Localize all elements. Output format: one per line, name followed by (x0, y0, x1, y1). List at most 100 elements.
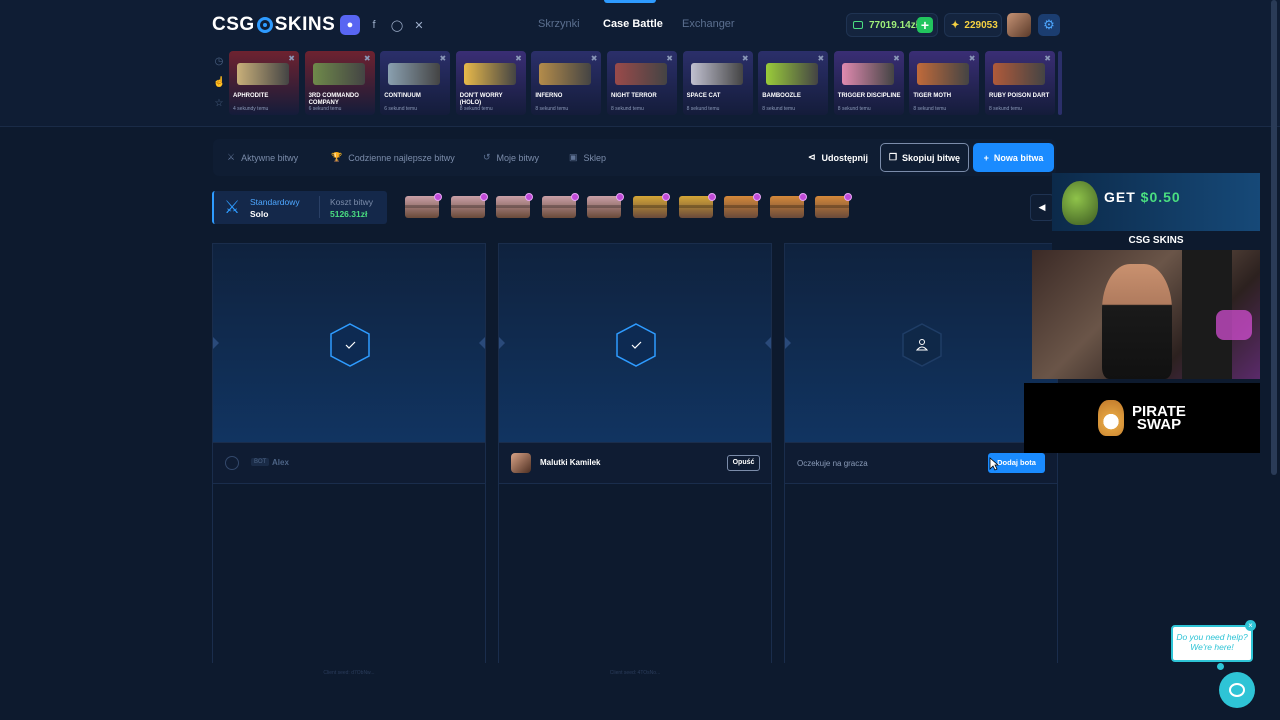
player-row: Oczekuje na gracza Dodaj bota (785, 442, 1057, 484)
balance-display[interactable]: 77019.14zł + (846, 13, 938, 37)
streamer-webcam (1032, 250, 1260, 379)
drop-card[interactable]: DON'T WORRY (HOLO) 8 sekund temu ✖ (455, 51, 526, 115)
battle-case[interactable] (769, 193, 807, 218)
weapon-image (237, 63, 289, 85)
drop-name: RUBY POISON DART (989, 93, 1050, 99)
drop-card[interactable]: 3RD COMMANDO COMPANY 6 sekund temu ✖ (304, 51, 375, 115)
nav-case-battle[interactable]: Case Battle (603, 18, 663, 30)
tab-daily-best[interactable]: 🏆 Codzienne najlepsze bitwy (331, 152, 455, 163)
share-button[interactable]: ⊲ Udostępnij (808, 152, 868, 163)
case-badge-icon (662, 193, 670, 201)
site-logo[interactable]: CSG SKINS (212, 14, 335, 36)
live-drops-strip: ◷ ☝ ☆ APHRODITE 4 sekundy temu ✖ 3RD COMMAN… (0, 50, 1280, 127)
chat-button[interactable] (1219, 672, 1255, 708)
drop-card[interactable]: RUBY POISON DART 8 sekund temu ✖ (985, 51, 1055, 115)
case-stripe (450, 205, 485, 208)
copy-battle-button[interactable]: ❐ Skopiuj bitwę (880, 143, 969, 172)
share-icon: ⊲ (808, 152, 816, 162)
deposit-plus-icon[interactable]: + (917, 17, 933, 33)
instagram-icon[interactable]: ◯ (387, 15, 407, 35)
battle-case[interactable] (450, 193, 488, 218)
facebook-icon[interactable]: f (364, 15, 384, 35)
thumbs-up-icon[interactable]: ☝ (213, 77, 225, 89)
drop-name: DON'T WORRY (HOLO) (459, 93, 503, 106)
battle-case[interactable] (541, 193, 579, 218)
discord-icon[interactable]: ● (340, 15, 360, 35)
battle-case[interactable] (678, 193, 716, 218)
tab-my-battles[interactable]: ↺ Moje bitwy (483, 152, 539, 163)
drop-card[interactable]: NIGHT TERROR 8 sekund temu ✖ (607, 51, 677, 115)
user-avatar[interactable] (1007, 13, 1031, 37)
pirate-line-2: SWAP (1136, 416, 1182, 433)
slot-reel (499, 244, 771, 442)
player-name: Malutki Kamilek (540, 458, 601, 467)
ready-check-icon (330, 323, 370, 367)
slot-items (785, 484, 1057, 664)
leave-button[interactable]: Opuść (727, 455, 760, 471)
battle-case[interactable] (633, 193, 670, 218)
drop-card[interactable]: CONTINUUM 6 sekund temu ✖ (380, 51, 451, 115)
slot-items: Client seed: d7ObNw... (213, 484, 485, 676)
battle-case[interactable] (496, 193, 534, 218)
case-stripe (496, 205, 531, 208)
nav-exchanger[interactable]: Exchanger (682, 18, 735, 30)
case-badge-icon (570, 193, 579, 201)
drop-name: CONTINUUM (384, 93, 421, 99)
scrollbar[interactable] (1271, 0, 1277, 475)
promo-banner[interactable]: GET $0.50 (1052, 173, 1260, 231)
drop-name: NIGHT TERROR (611, 93, 657, 99)
tab-label: Sklep (583, 152, 607, 163)
coins-display[interactable]: ✦ 229053 (944, 13, 1002, 37)
case-badge-icon (707, 193, 716, 201)
star-icon[interactable]: ☆ (213, 98, 225, 110)
case-mini-icon: ✖ (893, 54, 900, 63)
weapon-image (312, 63, 365, 85)
case-badge-icon (753, 193, 762, 201)
drop-card[interactable]: BAMBOOZLE 8 sekund temu ✖ (758, 51, 829, 115)
battle-case[interactable] (724, 193, 762, 218)
case-mini-icon: ✖ (439, 54, 447, 63)
tab-active-battles[interactable]: ⚔ Aktywne bitwy (227, 152, 298, 163)
mode-sub: Solo (250, 209, 269, 219)
user-placeholder-icon (902, 323, 942, 367)
reel-pointer-left (785, 337, 791, 349)
battle-case[interactable] (587, 193, 625, 218)
drop-card[interactable]: APHRODITE 4 sekundy temu ✖ (229, 51, 299, 115)
help-bubble[interactable]: Do you need help? We're here! (1171, 625, 1253, 662)
promo-brand: CSG SKINS (1052, 231, 1260, 250)
collapse-arrow-button[interactable]: ◀ (1030, 194, 1054, 221)
battle-case[interactable] (815, 193, 853, 218)
logo-text-right: SKINS (274, 14, 336, 35)
case-badge-icon (844, 193, 853, 201)
battle-case[interactable] (405, 193, 442, 218)
tab-shop[interactable]: ▣ Sklep (569, 152, 606, 163)
cost-value: 5126.31zł (330, 209, 368, 219)
case-stripe (541, 205, 576, 208)
drop-name: INFERNO (535, 93, 563, 99)
nav-cases[interactable]: Skrzynki (538, 18, 580, 30)
player-row: Malutki Kamilek Opuść (499, 442, 771, 484)
drop-time: 8 sekund temu (913, 106, 947, 112)
player-row: BOT Alex (213, 442, 485, 484)
drop-card[interactable]: INFERNO 8 sekund temu ✖ (531, 51, 602, 115)
drop-card[interactable]: TRIGGER DISCIPLINE 8 sekund temu ✖ (833, 51, 904, 115)
reel-pointer-right (479, 337, 485, 349)
drop-name: SPACE CAT (686, 93, 721, 99)
x-icon[interactable]: ✕ (409, 15, 429, 35)
drop-card[interactable]: TIGER MOTH 8 sekund temu ✖ (909, 51, 980, 115)
client-seed: Client seed: 4TOsNo... (609, 670, 661, 676)
top-header: CSG SKINS ● f ◯ ✕ Skrzynki Case Battle E… (0, 0, 1280, 50)
promo-text: GET $0.50 (1104, 189, 1181, 205)
weapon-image (841, 63, 894, 85)
pirate-swap-text: PIRATE SWAP (1132, 404, 1186, 433)
new-battle-button[interactable]: + Nowa bitwa (973, 143, 1054, 172)
drop-time: 8 sekund temu (611, 106, 644, 112)
bot-badge: BOT (251, 458, 270, 466)
battle-mode-box: ⚔ Standardowy Solo Koszt bitwy 5126.31zł (212, 191, 387, 224)
drop-name: BAMBOOZLE (762, 93, 801, 99)
clock-icon[interactable]: ◷ (213, 56, 225, 68)
close-icon[interactable]: × (1245, 620, 1256, 631)
drop-card[interactable]: SPACE CAT 8 sekund temu ✖ (682, 51, 753, 115)
case-mini-icon: ✖ (363, 54, 371, 63)
gear-icon[interactable]: ⚙ (1038, 14, 1060, 36)
